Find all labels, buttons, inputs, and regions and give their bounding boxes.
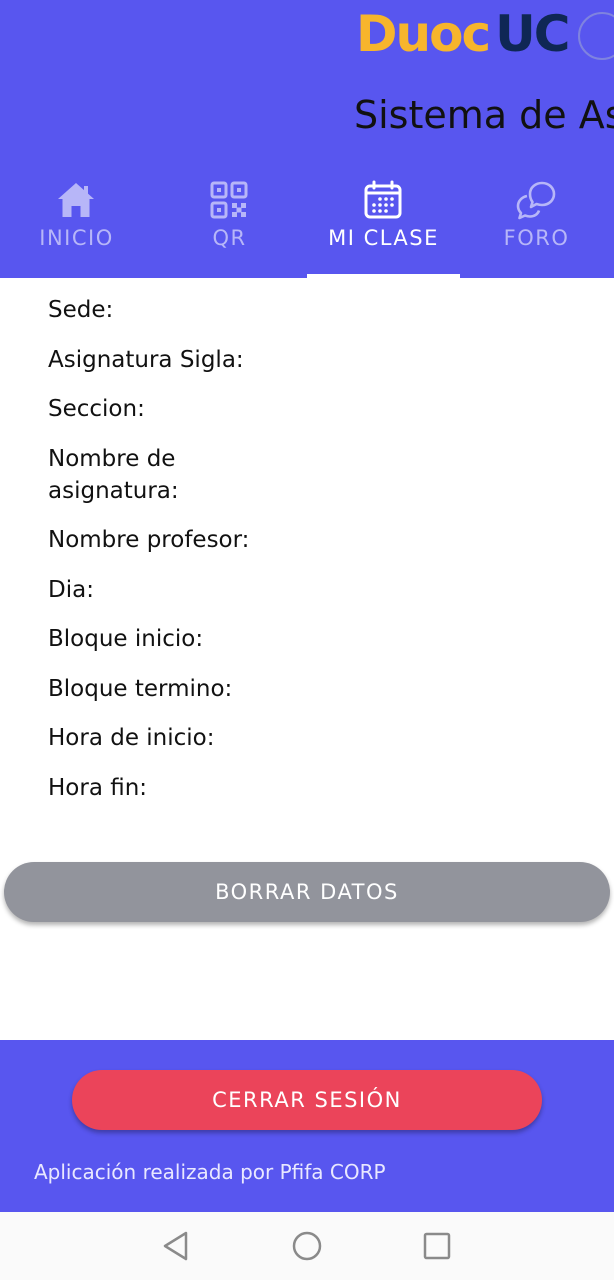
field-bloque-inicio-label: Bloque inicio: (48, 626, 204, 652)
field-bloque-termino-label: Bloque termino: (48, 675, 233, 702)
recents-square-icon[interactable] (419, 1228, 455, 1264)
tab-inicio[interactable]: INICIO (0, 172, 153, 278)
field-hora-fin-label: Hora fin: (48, 774, 148, 801)
logo-text-uc: UC (495, 5, 570, 63)
system-navigation-bar (0, 1212, 614, 1280)
tab-qr[interactable]: QR (153, 172, 306, 278)
class-info-list: Sede: Asignatura Sigla: Seccion: Nombre … (48, 294, 288, 821)
tab-label: FORO (503, 226, 570, 250)
tab-label: INICIO (39, 226, 114, 250)
qr-code-icon (210, 181, 248, 219)
logout-button[interactable]: CERRAR SESIÓN (72, 1070, 542, 1130)
page-title: Sistema de As (354, 93, 614, 137)
tab-mi-clase[interactable]: MI CLASE (307, 172, 460, 278)
back-triangle-icon[interactable] (158, 1228, 194, 1264)
tab-foro[interactable]: FORO (460, 172, 613, 278)
clear-data-button[interactable]: BORRAR DATOS (4, 862, 610, 922)
home-circle-icon[interactable] (289, 1228, 325, 1264)
chat-bubbles-icon (516, 181, 556, 220)
tab-bar: INICIO QR MI CLASE FORO (0, 172, 614, 278)
duoc-uc-logo: Duoc UC (356, 4, 570, 64)
logo-text-duoc: Duoc (356, 5, 491, 63)
app-header: Duoc UC Sistema de As INICIO QR MI CLASE… (0, 0, 614, 278)
field-asignatura-sigla-label: Asignatura Sigla: (48, 346, 244, 373)
active-tab-indicator (307, 274, 460, 278)
logo-seal-icon (578, 12, 614, 60)
calendar-icon (364, 180, 402, 219)
field-nombre-profesor-label: Nombre profesor: (48, 527, 250, 553)
field-dia-label: Dia: (48, 576, 94, 603)
footer-credit: Aplicación realizada por Pfifa CORP (34, 1160, 386, 1184)
home-icon (58, 183, 94, 217)
field-sede-label: Sede: (48, 297, 114, 323)
tab-label: MI CLASE (328, 226, 439, 250)
app-footer: CERRAR SESIÓN Aplicación realizada por P… (0, 1040, 614, 1212)
field-seccion-label: Seccion: (48, 396, 145, 422)
field-nombre-asignatura-label: Nombre de asignatura: (48, 445, 179, 504)
field-hora-inicio-label: Hora de inicio: (48, 725, 215, 751)
tab-label: QR (212, 226, 247, 250)
